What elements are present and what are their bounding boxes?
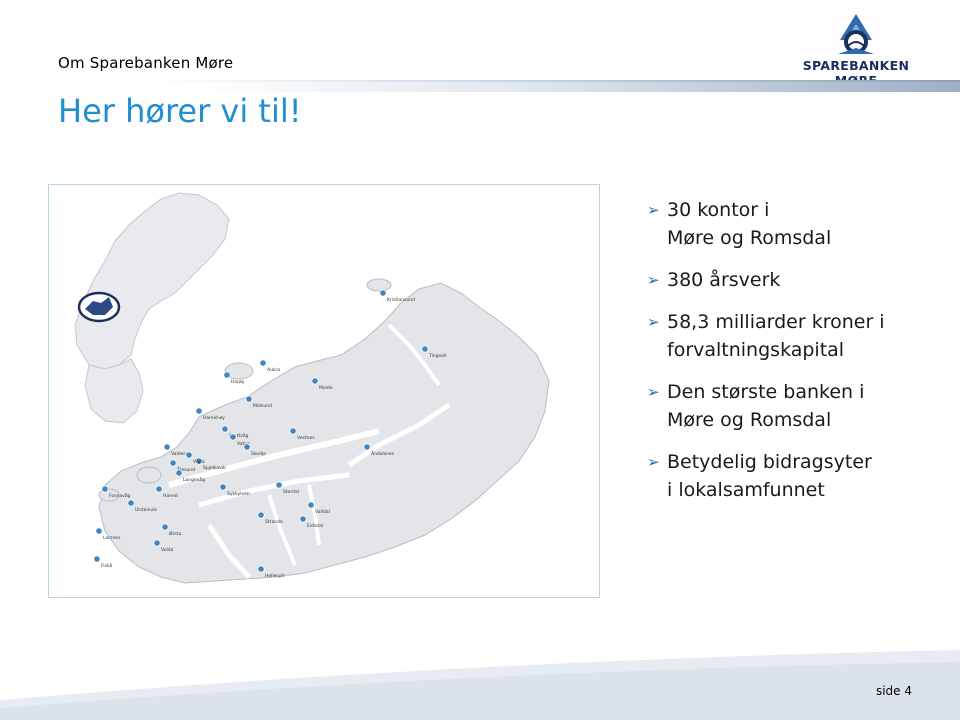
county-landmass xyxy=(98,278,550,584)
header-rule-line xyxy=(0,80,960,82)
office-label: Ulsteinvik xyxy=(135,507,157,513)
section-label: Om Sparebanken Møre xyxy=(58,54,234,72)
bullet-item: ➢ 380 årsverk xyxy=(647,266,947,294)
office-label: Volda xyxy=(161,547,174,553)
bullet-line: Den største banken i xyxy=(667,381,865,403)
bullet-item: ➢ Den største banken i Møre og Romsdal xyxy=(647,378,947,434)
region-map: Kristiansund Tingvoll Harøy Aukra Molde Midsu… xyxy=(48,184,600,598)
office-marker-icon xyxy=(307,501,315,509)
office-label: Vestnes xyxy=(297,435,315,441)
office-marker-icon xyxy=(161,523,169,531)
logo-emblem-icon xyxy=(838,14,874,54)
office-label: Eidsdal xyxy=(307,523,323,529)
office-label: Fiskå xyxy=(101,562,112,569)
office-label: Hellesylt xyxy=(265,573,285,579)
office-label: Tingvoll xyxy=(428,353,447,359)
office-label: Åndalsnes xyxy=(371,450,395,457)
office-marker-icon xyxy=(185,451,193,459)
office-marker-icon xyxy=(299,515,307,523)
sparebanken-logo: SPAREBANKEN MØRE xyxy=(786,10,926,88)
bullet-line: Betydelig bidragsyter xyxy=(667,451,872,473)
office-marker-icon xyxy=(257,565,265,573)
office-marker-icon xyxy=(379,289,387,297)
office-label: Aukra xyxy=(267,367,280,373)
office-label: Stordal xyxy=(283,489,299,495)
office-label: Spjelkavik xyxy=(203,465,226,471)
office-label: Hareid-øy xyxy=(203,415,225,421)
bullet-line: 30 kontor i xyxy=(667,199,770,221)
office-label: Molde xyxy=(319,385,333,391)
office-marker-icon xyxy=(311,377,319,385)
office-marker-icon xyxy=(101,485,109,493)
office-label: Fosnavåg xyxy=(109,492,131,499)
office-marker-icon xyxy=(275,481,283,489)
slide-title: Her hører vi til! xyxy=(58,92,302,130)
arrow-bullet-icon: ➢ xyxy=(647,453,660,471)
office-marker-icon xyxy=(289,427,297,435)
office-marker-icon xyxy=(153,539,161,547)
office-marker-icon xyxy=(421,345,429,353)
page-number: side 4 xyxy=(875,684,912,698)
office-marker-icon xyxy=(95,527,103,535)
office-marker-icon xyxy=(229,433,237,441)
office-label: Skodje xyxy=(251,451,266,457)
office-label: Harøy xyxy=(231,379,245,385)
bullet-item: ➢ 30 kontor i Møre og Romsdal xyxy=(647,196,947,252)
norway-inset xyxy=(74,192,230,424)
arrow-bullet-icon: ➢ xyxy=(647,313,660,331)
bullet-line: 58,3 milliarder kroner i xyxy=(667,311,885,333)
arrow-bullet-icon: ➢ xyxy=(647,383,660,401)
office-marker-icon xyxy=(257,511,265,519)
bullet-item: ➢ 58,3 milliarder kroner i forvaltningskap… xyxy=(647,308,947,364)
office-label: Hareid xyxy=(163,493,178,499)
office-label: Langevåg xyxy=(183,476,205,483)
office-marker-icon xyxy=(195,407,203,415)
office-marker-icon xyxy=(221,425,229,433)
office-marker-icon xyxy=(169,459,177,467)
office-marker-icon xyxy=(245,395,253,403)
office-label: Vigra xyxy=(193,459,205,465)
office-marker-icon xyxy=(243,443,251,451)
office-marker-icon xyxy=(93,555,101,563)
bullet-line: Møre og Romsdal xyxy=(667,227,832,249)
bullet-line: 380 årsverk xyxy=(667,269,781,291)
office-marker-icon xyxy=(219,483,227,491)
office-label: Stranda xyxy=(265,519,283,525)
office-label: Larsnes xyxy=(103,535,121,541)
office-label: Kristiansund xyxy=(387,297,415,303)
office-marker-icon xyxy=(163,443,171,451)
office-label: Valldal xyxy=(315,509,330,515)
office-marker-icon xyxy=(259,359,267,367)
office-marker-icon xyxy=(175,469,183,477)
footer-band xyxy=(0,650,960,720)
office-marker-icon xyxy=(155,485,163,493)
arrow-bullet-icon: ➢ xyxy=(647,271,660,289)
office-marker-icon xyxy=(223,371,231,379)
bullet-list: ➢ 30 kontor i Møre og Romsdal ➢ 380 årsverk ➢… xyxy=(647,196,947,518)
bullet-item: ➢ Betydelig bidragsyter i lokalsamfunnet xyxy=(647,448,947,504)
office-marker-icon xyxy=(127,499,135,507)
office-marker-icon xyxy=(363,443,371,451)
bullet-line: i lokalsamfunnet xyxy=(667,479,825,501)
office-label: Sykkylven xyxy=(227,491,250,497)
arrow-bullet-icon: ➢ xyxy=(647,201,660,219)
office-label: Midsund xyxy=(253,403,272,409)
bullet-line: Møre og Romsdal xyxy=(667,409,832,431)
office-label: Ørsta xyxy=(169,530,182,537)
bullet-line: forvaltningskapital xyxy=(667,339,845,361)
